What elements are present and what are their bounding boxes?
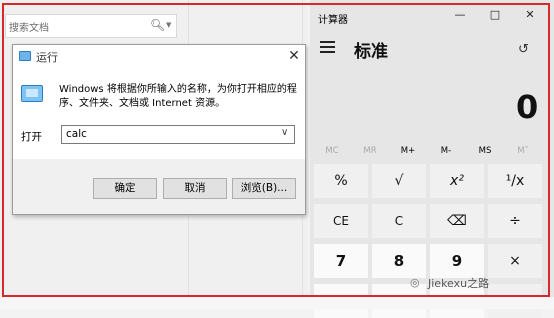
chevron-down-icon[interactable]: ▼ — [166, 21, 171, 29]
browse-button[interactable]: 浏览(B)... — [232, 178, 296, 199]
memory-recall-button[interactable]: MR — [356, 146, 384, 156]
memory-store-button[interactable]: MS — [471, 146, 499, 156]
run-program-icon — [21, 85, 43, 102]
sqrt-button[interactable]: √ — [372, 164, 426, 198]
run-titlebar[interactable]: 运行 ✕ — [13, 45, 305, 67]
clear-entry-button[interactable]: CE — [314, 204, 368, 238]
run-description: Windows 将根据你所输入的名称，为你打开相应的程序、文件夹、文档或 Int… — [59, 84, 297, 109]
ok-button[interactable]: 确定 — [93, 178, 157, 199]
mode-title: 标准 — [354, 42, 388, 62]
digit-8-button[interactable]: 8 — [372, 244, 426, 278]
run-button-bar: 确定 取消 浏览(B)... — [13, 159, 305, 214]
menu-icon[interactable] — [320, 41, 335, 55]
backspace-icon[interactable]: ⌫ — [430, 204, 484, 238]
divide-button[interactable]: ÷ — [488, 204, 542, 238]
run-command-input[interactable]: calc ∨ — [61, 125, 295, 144]
reciprocal-button[interactable]: ¹/x — [488, 164, 542, 198]
history-icon[interactable]: ↺ — [518, 42, 534, 58]
run-title: 运行 — [36, 51, 58, 64]
minimize-icon[interactable]: — — [450, 7, 470, 23]
search-placeholder: 搜索文档 — [9, 23, 49, 34]
result-display: 0 — [516, 88, 539, 126]
window-title: 计算器 — [318, 15, 348, 26]
close-icon[interactable]: ✕ — [285, 47, 303, 65]
digit-7-button[interactable]: 7 — [314, 244, 368, 278]
digit-9-button[interactable]: 9 — [430, 244, 484, 278]
maximize-icon[interactable]: □ — [485, 7, 505, 23]
watermark: Jiekexu之路 — [428, 277, 490, 290]
run-app-icon — [19, 51, 31, 61]
cancel-button[interactable]: 取消 — [163, 178, 227, 199]
memory-clear-button[interactable]: MC — [318, 146, 346, 156]
square-button[interactable]: x² — [430, 164, 484, 198]
run-command-value[interactable]: calc — [66, 128, 87, 140]
memory-subtract-button[interactable]: M- — [432, 146, 460, 156]
close-icon[interactable]: ✕ — [520, 7, 540, 23]
chevron-down-icon[interactable]: ∨ — [281, 127, 288, 138]
multiply-button[interactable]: × — [488, 244, 542, 278]
open-label: 打开 — [21, 131, 42, 143]
clear-button[interactable]: C — [372, 204, 426, 238]
percent-button[interactable]: % — [314, 164, 368, 198]
run-dialog: 运行 ✕ Windows 将根据你所输入的名称，为你打开相应的程序、文件夹、文档… — [12, 44, 306, 215]
search-box[interactable]: 搜索文档 🔍︎ ▼ — [5, 14, 177, 38]
memory-list-button[interactable]: M˅ — [509, 146, 537, 156]
bottom-strip — [0, 297, 554, 309]
memory-add-button[interactable]: M+ — [394, 146, 422, 156]
wechat-icon: ◎ — [410, 276, 420, 289]
calculator-window: 计算器 — □ ✕ 标准 ↺ 0 MC MR M+ M- MS M˅ % √ x… — [310, 0, 554, 318]
